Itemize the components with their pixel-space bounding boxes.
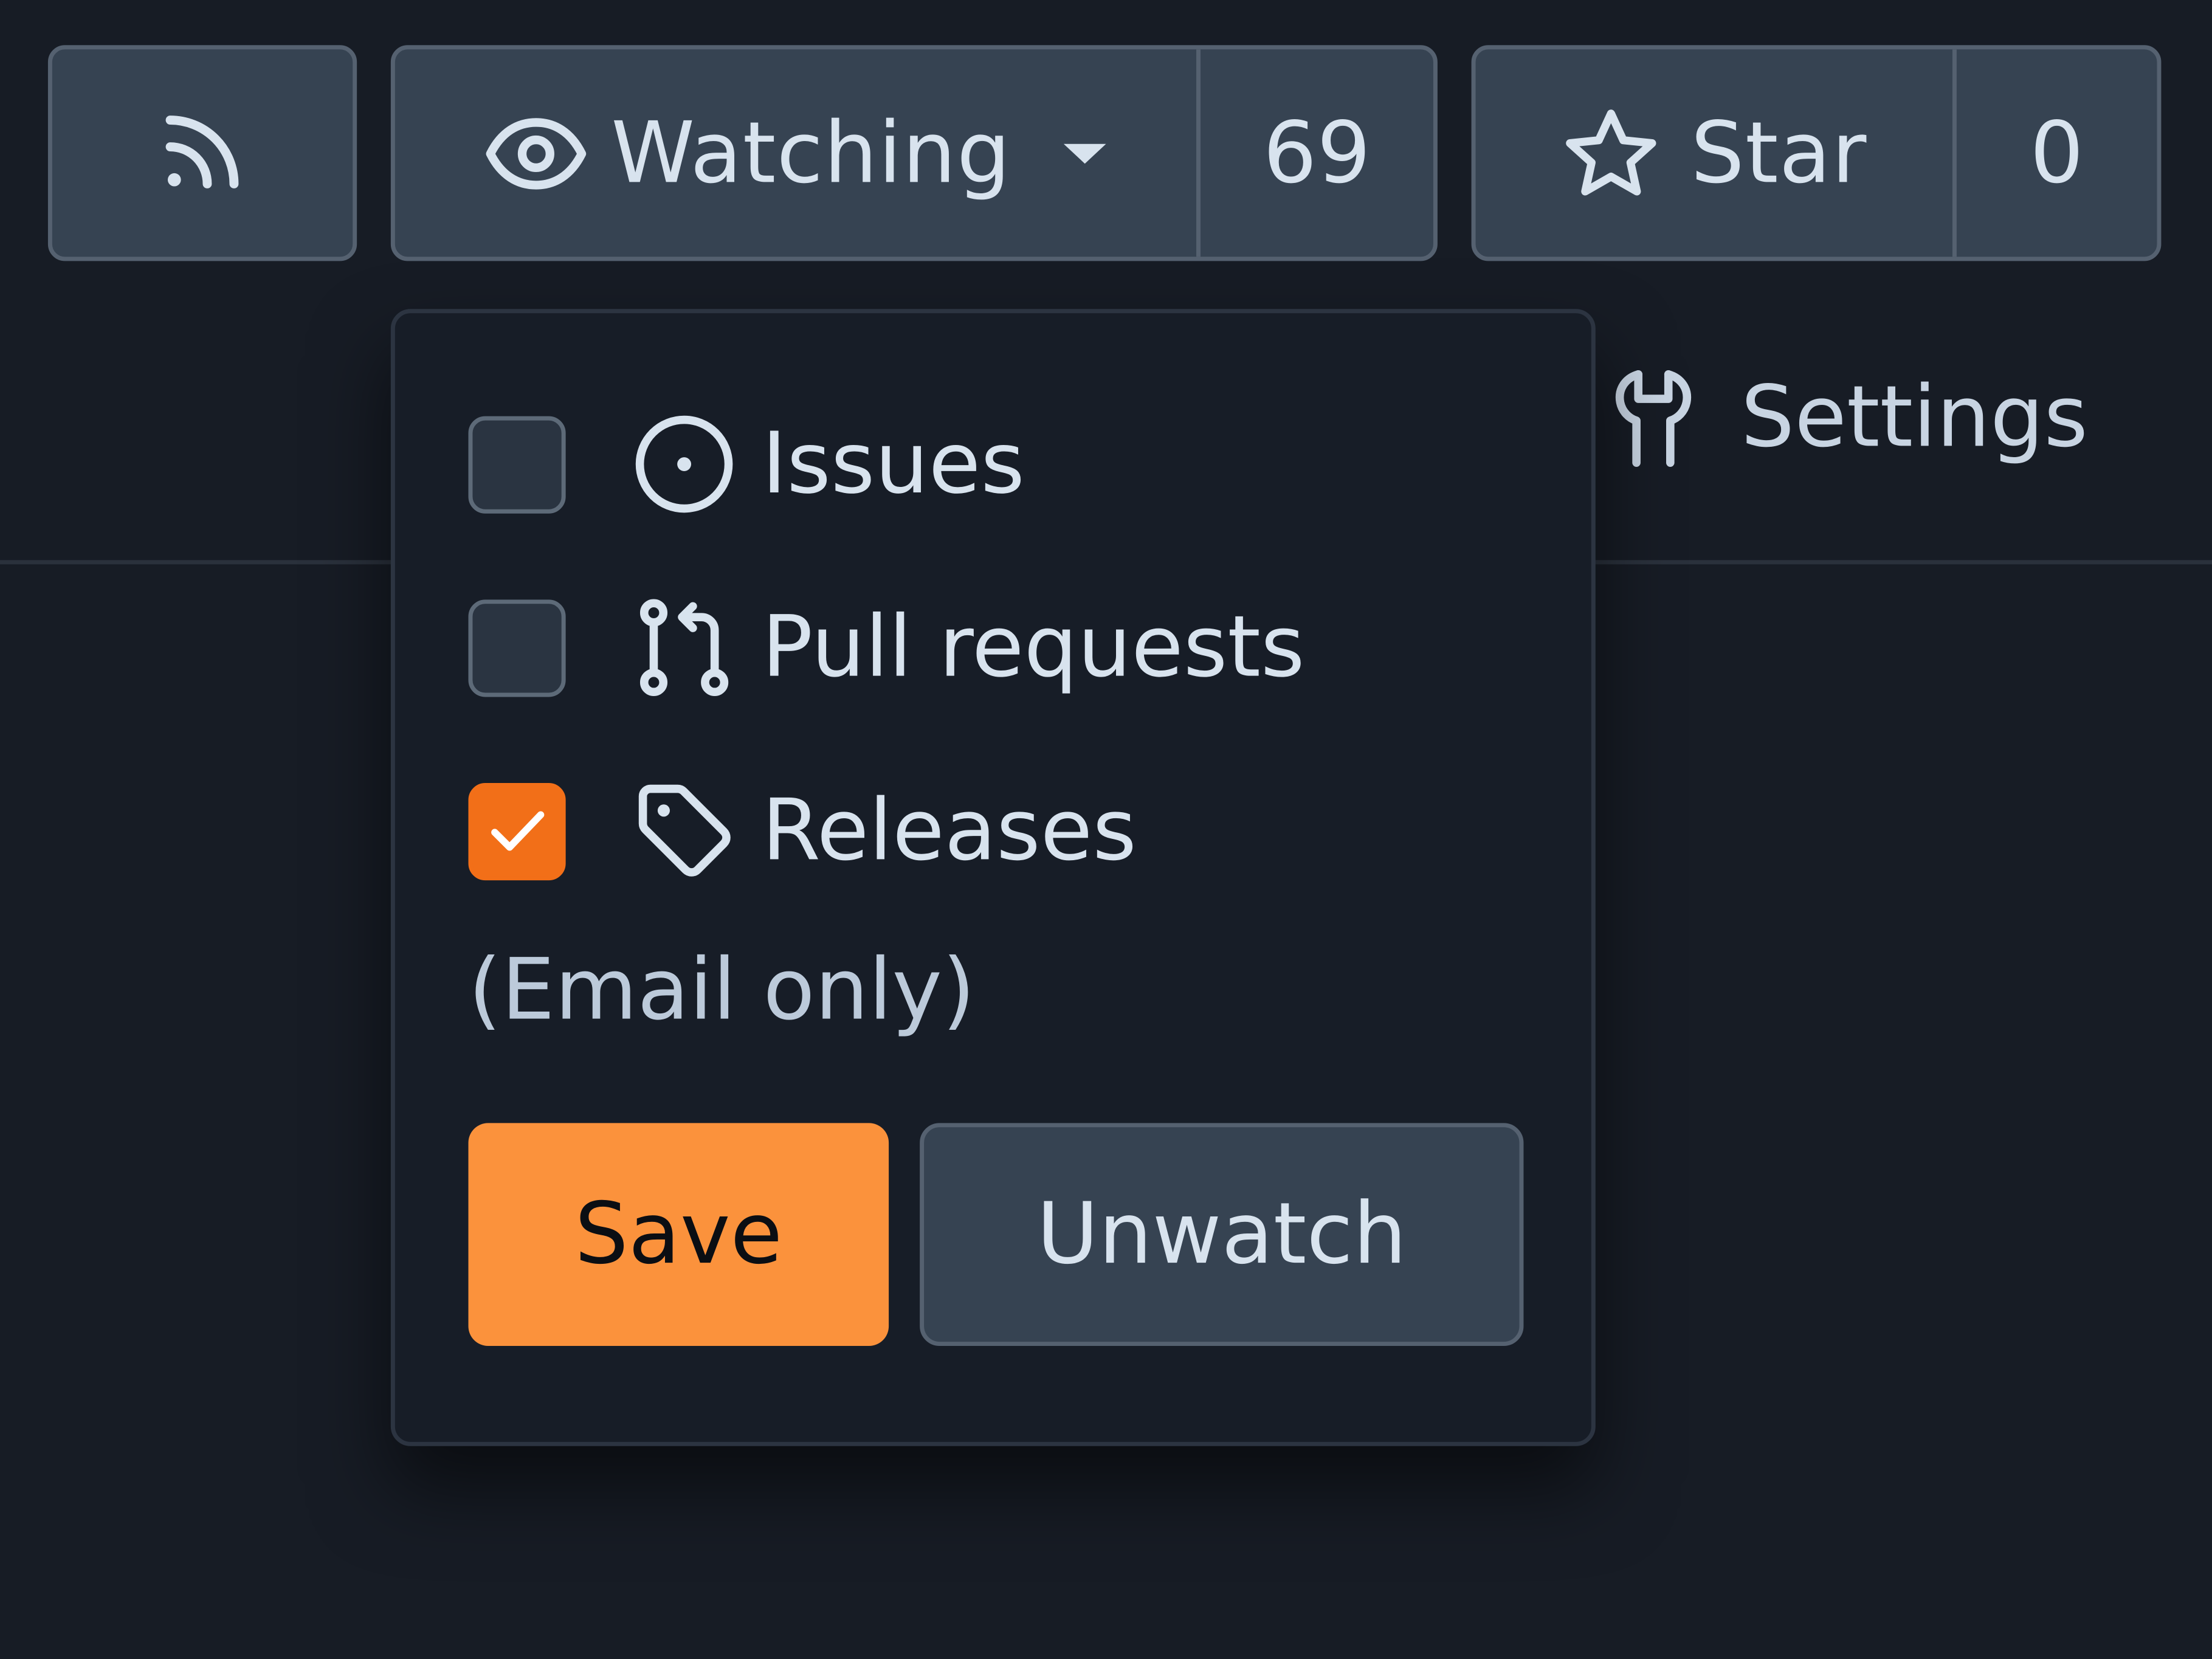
option-releases[interactable]: Releases [468,779,1137,883]
tab-settings[interactable]: Settings [1608,364,2088,471]
star-button[interactable]: Star [1476,49,1957,257]
pull-requests-checkbox[interactable] [468,599,566,697]
watch-label: Watching [611,103,1011,203]
option-releases-label: Releases [762,781,1137,881]
watchers-count[interactable]: 69 [1201,49,1433,257]
git-pull-request-icon [630,595,736,700]
issue-opened-icon [630,412,736,517]
save-button[interactable]: Save [468,1123,889,1347]
option-issues-label: Issues [762,415,1025,514]
rss-button[interactable] [47,45,357,261]
stars-count-value: 0 [2030,103,2084,203]
unwatch-button[interactable]: Unwatch [920,1123,1524,1347]
tab-settings-label: Settings [1740,368,2088,467]
star-button-group: Star 0 [1471,45,2162,261]
watch-button-group: Watching 69 [390,45,1438,261]
star-icon [1561,102,1662,204]
checkmark-icon [484,799,550,864]
star-label: Star [1690,103,1867,203]
stage: Watching 69 Star 0 Settings Issues Pull … [0,0,2212,1659]
option-issues[interactable]: Issues [468,412,1025,517]
watch-popover: Issues Pull requests Releases (Email onl… [390,309,1596,1446]
tag-icon [630,779,736,883]
releases-checkbox[interactable] [468,782,566,880]
option-pull-requests-label: Pull requests [762,598,1305,697]
watchers-count-value: 69 [1263,103,1371,203]
wrench-icon [1608,364,1699,471]
option-pull-requests[interactable]: Pull requests [468,595,1305,700]
rss-icon [153,101,252,205]
eye-icon [484,101,589,205]
email-only-note: (Email only) [468,940,976,1040]
caret-down-icon [1062,140,1107,166]
issues-checkbox[interactable] [468,415,566,513]
stars-count[interactable]: 0 [1957,49,2157,257]
watch-button[interactable]: Watching [395,49,1201,257]
